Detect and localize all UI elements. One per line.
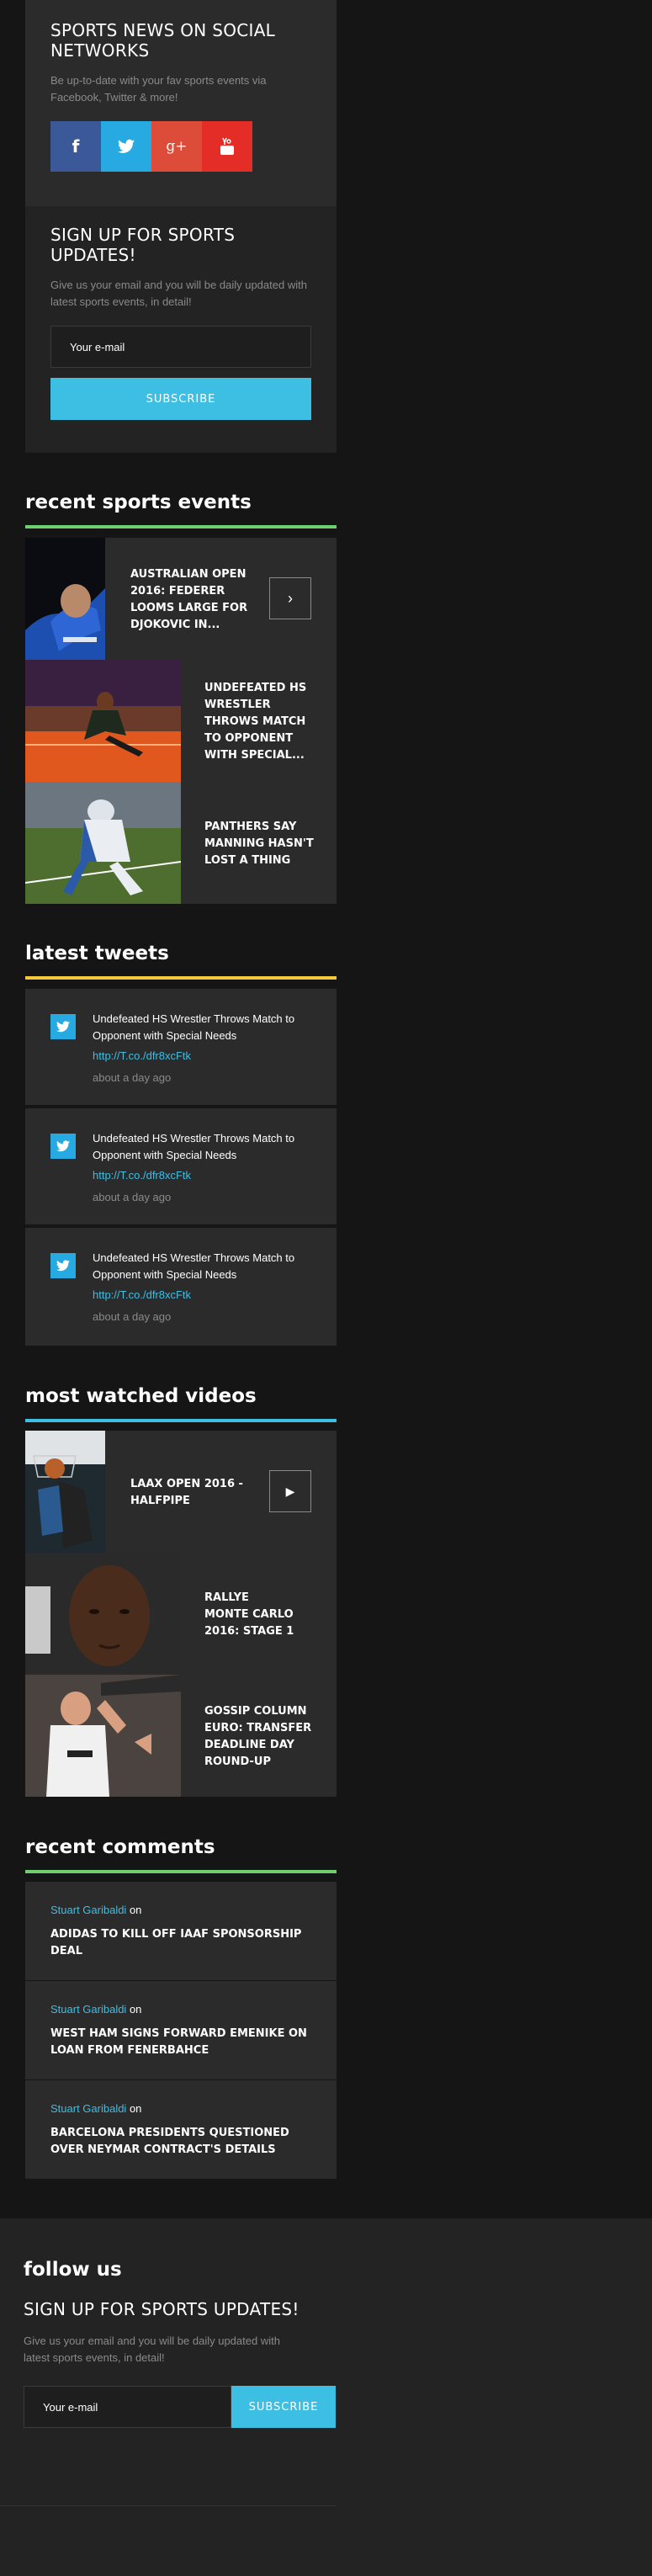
video-thumbnail [25,1431,105,1553]
twitter-icon [118,139,135,153]
section-accent-bar [25,976,337,980]
play-icon: ▶ [285,1484,295,1498]
footer-divider [0,2505,337,2506]
video-card[interactable]: RALLYE MONTE CARLO 2016: STAGE 1 [25,1553,337,1675]
comment-item: Stuart Garibaldi on ADIDAS TO KILL OFF I… [25,1882,337,1980]
comment-on: on [129,1904,142,1916]
comment-meta: Stuart Garibaldi on [50,2102,311,2115]
tweet-item: Undefeated HS Wrestler Throws Match to O… [25,989,337,1105]
tweet-item: Undefeated HS Wrestler Throws Match to O… [25,1108,337,1224]
tweet-text: Undefeated HS Wrestler Throws Match to O… [93,1012,295,1042]
comment-meta: Stuart Garibaldi on [50,1904,311,1916]
comment-author[interactable]: Stuart Garibaldi [50,2102,126,2115]
twitter-icon [50,1253,76,1278]
comment-author[interactable]: Stuart Garibaldi [50,1904,126,1916]
comment-post-title[interactable]: ADIDAS TO KILL OFF IAAF SPONSORSHIP DEAL [50,1926,311,1960]
youtube-icon [220,137,234,155]
comment-post-title[interactable]: BARCELONA PRESIDENTS QUESTIONED OVER NEY… [50,2125,311,2159]
tweet-item: Undefeated HS Wrestler Throws Match to O… [25,1228,337,1346]
video-thumbnail [25,1675,181,1797]
tweet-link[interactable]: http://T.co./dfr8xcFtk [93,1049,191,1062]
section-accent-bar [25,525,337,528]
section-title: recent comments [25,1836,215,1858]
video-card[interactable]: LAAX OPEN 2016 - HALFPIPE ▶ [25,1431,337,1553]
section-title: most watched videos [25,1385,257,1407]
tweets-header: latest tweets [25,943,337,980]
tweet-text: Undefeated HS Wrestler Throws Match to O… [93,1251,295,1281]
event-card[interactable]: UNDEFEATED HS WRESTLER THROWS MATCH TO O… [25,660,337,782]
email-field[interactable]: Your e-mail [50,326,311,368]
social-buttons: f g+ [50,121,311,172]
event-card[interactable]: AUSTRALIAN OPEN 2016: FEDERER LOOMS LARG… [25,538,337,660]
tweet-time: about a day ago [93,1310,172,1323]
tweet-text: Undefeated HS Wrestler Throws Match to O… [93,1132,295,1161]
next-arrow-button[interactable]: › [269,577,311,619]
social-networks-widget: SPORTS NEWS ON SOCIAL NETWORKS Be up-to-… [25,0,337,206]
section-accent-bar [25,1419,337,1422]
tweet-link[interactable]: http://T.co./dfr8xcFtk [93,1169,191,1182]
video-title: GOSSIP COLUMN EURO: TRANSFER DEADLINE DA… [204,1705,312,1768]
google-plus-icon: g+ [166,138,188,155]
comment-meta: Stuart Garibaldi on [50,2003,311,2016]
comment-item: Stuart Garibaldi on BARCELONA PRESIDENTS… [25,2080,337,2179]
video-title: LAAX OPEN 2016 - HALFPIPE [130,1478,243,1507]
subscribe-button[interactable]: SUBSCRIBE [50,378,311,420]
comment-author[interactable]: Stuart Garibaldi [50,2003,126,2016]
tweet-time: about a day ago [93,1191,172,1203]
footer-email-field[interactable]: Your e-mail [24,2386,231,2428]
section-title: recent sports events [25,491,252,513]
section-accent-bar [25,1870,337,1873]
google-plus-button[interactable]: g+ [151,121,202,172]
twitter-icon [50,1134,76,1159]
event-thumbnail [24,782,182,904]
footer-signup-title: SIGN UP FOR SPORTS UPDATES! [24,2299,299,2319]
social-title: SPORTS NEWS ON SOCIAL NETWORKS [50,20,276,61]
event-thumbnail [25,660,181,782]
facebook-button[interactable]: f [50,121,101,172]
event-title: UNDEFEATED HS WRESTLER THROWS MATCH TO O… [204,682,307,762]
facebook-icon: f [72,136,80,157]
comment-on: on [129,2003,142,2016]
signup-text: Give us your email and you will be daily… [50,279,307,308]
tweet-link[interactable]: http://T.co./dfr8xcFtk [93,1288,191,1301]
event-title: PANTHERS SAY MANNING HASN'T LOST A THING [204,821,314,867]
section-title: latest tweets [25,943,169,964]
follow-us-title: follow us [24,2259,122,2281]
youtube-button[interactable] [202,121,252,172]
video-card[interactable]: GOSSIP COLUMN EURO: TRANSFER DEADLINE DA… [25,1675,337,1797]
event-card[interactable]: PANTHERS SAY MANNING HASN'T LOST A THING [24,782,337,904]
social-text: Be up-to-date with your fav sports event… [50,74,267,104]
footer-subscribe-button[interactable]: SUBSCRIBE [231,2386,336,2428]
twitter-button[interactable] [101,121,151,172]
signup-title: SIGN UP FOR SPORTS UPDATES! [50,225,236,265]
footer-signup-text: Give us your email and you will be daily… [24,2334,280,2364]
signup-widget: SIGN UP FOR SPORTS UPDATES! Give us your… [25,206,337,453]
event-title: AUSTRALIAN OPEN 2016: FEDERER LOOMS LARG… [130,568,248,631]
comment-post-title[interactable]: WEST HAM SIGNS FORWARD EMENIKE ON LOAN F… [50,2026,311,2059]
video-thumbnail [25,1553,181,1675]
recent-events-header: recent sports events [25,491,337,528]
videos-header: most watched videos [25,1385,337,1422]
play-button[interactable]: ▶ [269,1470,311,1512]
video-title: RALLYE MONTE CARLO 2016: STAGE 1 [204,1591,294,1638]
comment-item: Stuart Garibaldi on WEST HAM SIGNS FORWA… [25,1981,337,2079]
twitter-icon [50,1014,76,1039]
event-thumbnail [25,538,105,660]
chevron-right-icon: › [288,589,293,607]
tweet-time: about a day ago [93,1071,172,1084]
comment-on: on [129,2102,142,2115]
comments-header: recent comments [25,1836,337,1873]
footer: follow us SIGN UP FOR SPORTS UPDATES! Gi… [0,2218,652,2576]
